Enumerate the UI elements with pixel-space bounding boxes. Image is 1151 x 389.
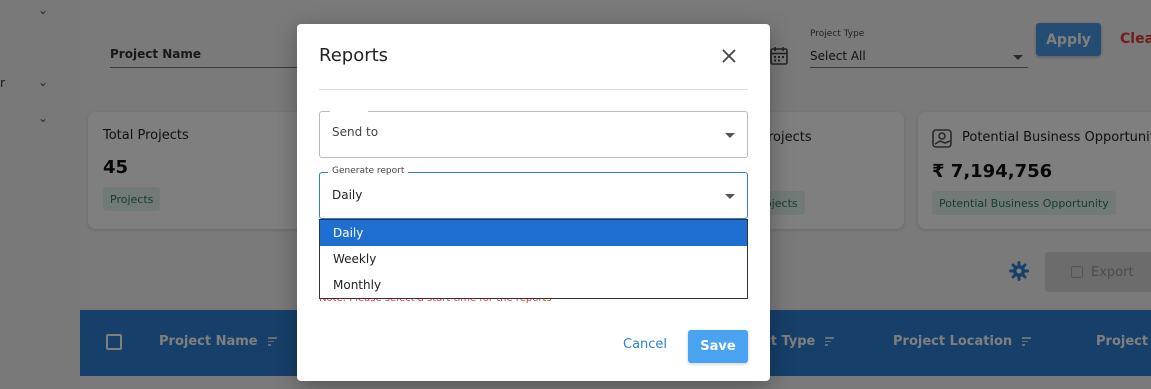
label-notch bbox=[330, 110, 368, 113]
generate-report-value: Daily bbox=[332, 188, 363, 202]
cancel-button[interactable]: Cancel bbox=[623, 337, 667, 352]
chevron-down-icon[interactable] bbox=[725, 133, 735, 138]
divider bbox=[319, 89, 748, 90]
option-monthly[interactable]: Monthly bbox=[320, 272, 747, 298]
send-to-label: Send to bbox=[332, 125, 379, 139]
save-button[interactable]: Save bbox=[688, 330, 748, 363]
generate-report-label: Generate report bbox=[328, 166, 409, 176]
generate-report-select[interactable]: Generate report Daily bbox=[319, 166, 748, 219]
reports-dialog: Reports Send to Generate report Daily No… bbox=[297, 24, 770, 381]
chevron-down-icon[interactable] bbox=[725, 194, 735, 199]
generate-report-options: Daily Weekly Monthly bbox=[319, 219, 748, 299]
send-to-select[interactable]: Send to bbox=[319, 110, 748, 158]
option-daily[interactable]: Daily bbox=[320, 220, 747, 246]
close-icon[interactable] bbox=[721, 48, 737, 64]
dialog-title: Reports bbox=[319, 45, 389, 66]
option-weekly[interactable]: Weekly bbox=[320, 246, 747, 272]
